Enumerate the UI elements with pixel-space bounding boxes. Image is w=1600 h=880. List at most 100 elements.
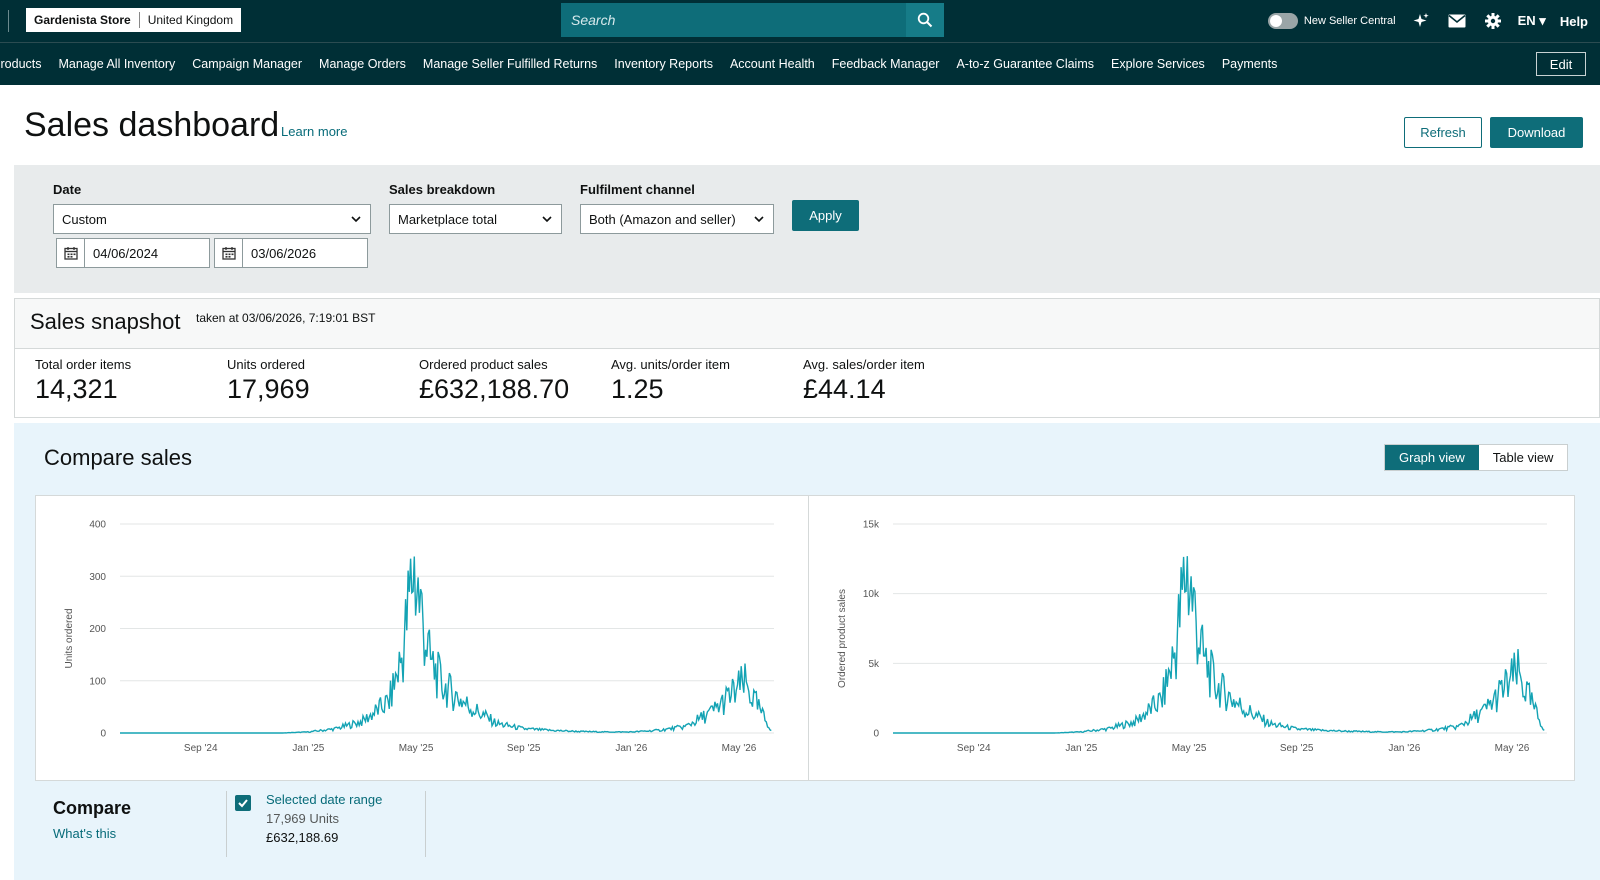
help-link[interactable]: Help [1560,14,1588,29]
filters-panel: Date Custom Sales breakdown Marketplace … [14,165,1600,293]
header-tools: New Seller Central EN ▾ Help [1267,0,1588,42]
y-tick-label: 400 [89,520,106,531]
selected-range-checkbox[interactable] [235,795,251,811]
metric-units-ordered: Units ordered 17,969 [227,357,310,405]
metric-ordered-product-sales: Ordered product sales £632,188.70 [419,357,569,405]
nav-items: roducts Manage All Inventory Campaign Ma… [0,43,1286,85]
search-input[interactable] [561,3,906,37]
y-tick-label: 5k [868,659,880,670]
table-view-button[interactable]: Table view [1478,445,1568,470]
x-tick-label: Jan '25 [1065,743,1097,754]
date-label: Date [53,182,82,197]
footer-divider [226,791,227,857]
snapshot-timestamp: taken at 03/06/2026, 7:19:01 BST [196,311,376,325]
nav-item-explore-services[interactable]: Explore Services [1103,57,1214,71]
nav-item-account-health[interactable]: Account Health [721,57,823,71]
y-tick-label: 300 [89,572,106,583]
nav-bar: roducts Manage All Inventory Campaign Ma… [0,42,1600,85]
refresh-button[interactable]: Refresh [1404,117,1482,148]
page-title: Sales dashboard [24,106,280,144]
metric-label: Avg. sales/order item [803,357,925,372]
nav-item-payments[interactable]: Payments [1213,57,1286,71]
store-switcher[interactable]: Gardenista Store United Kingdom [26,8,242,32]
learn-more-link[interactable]: Learn more [281,124,347,139]
x-tick-label: Sep '24 [957,743,991,754]
nav-item-returns[interactable]: Manage Seller Fulfilled Returns [414,57,605,71]
compare-title: Compare sales [44,445,192,470]
nav-item-campaign-manager[interactable]: Campaign Manager [184,57,311,71]
metric-value: 14,321 [35,374,118,404]
metric-label: Avg. units/order item [611,357,730,372]
nav-item-manage-inventory[interactable]: Manage All Inventory [50,57,184,71]
channel-label: Fulfilment channel [580,182,695,197]
channel-select[interactable]: Both (Amazon and seller) [580,204,774,234]
whats-this-link[interactable]: What's this [53,826,116,841]
search-icon [917,12,933,28]
series-line [893,556,1545,734]
store-separator [138,12,140,28]
new-seller-central-toggle[interactable] [1267,13,1298,29]
y-tick-label: 200 [89,624,106,635]
x-tick-label: Jan '25 [292,743,324,754]
edit-nav-button[interactable]: Edit [1536,52,1586,76]
y-axis-label: Units ordered [64,608,75,668]
y-tick-label: 0 [100,729,106,740]
metric-value: £632,188.70 [419,374,570,404]
metric-value: 17,969 [227,374,310,404]
nav-item-a-to-z-claims[interactable]: A-to-z Guarantee Claims [948,57,1103,71]
chevron-down-icon [754,216,764,223]
search-button[interactable] [906,3,944,37]
language-label: EN [1517,13,1536,28]
mail-icon[interactable] [1446,10,1468,32]
x-tick-label: May '25 [399,743,434,754]
channel-select-value: Both (Amazon and seller) [589,211,736,227]
x-tick-label: Sep '25 [507,743,541,754]
y-tick-label: 100 [89,676,106,687]
start-date-value: 04/06/2024 [93,245,159,261]
sparkle-icon[interactable] [1410,10,1432,32]
store-region: United Kingdom [147,13,234,27]
menu-edge [8,10,9,32]
x-tick-label: Jan '26 [1388,743,1420,754]
graph-area: 0 100 200 300 400 Units ordered Sep '24 Jan '25… [35,495,1575,781]
snapshot-header: Sales snapshot taken at 03/06/2026, 7:19… [15,299,1599,349]
date-select[interactable]: Custom [53,204,371,234]
chevron-down-icon [542,216,552,223]
x-tick-label: Sep '25 [1280,743,1314,754]
compare-footer-title: Compare [53,798,132,818]
gear-icon[interactable] [1482,10,1504,32]
metric-value: £44.14 [803,374,886,404]
new-seller-central-label: New Seller Central [1303,15,1396,27]
end-date-value: 03/06/2026 [251,245,317,261]
metric-avg-sales: Avg. sales/order item £44.14 [803,357,925,405]
series-line [120,556,772,734]
end-date-field[interactable]: 03/06/2026 [214,238,368,268]
metric-label: Ordered product sales [419,357,548,372]
compare-sales-panel: Compare sales Graph view Table view 0 100… [14,423,1600,880]
store-name: Gardenista Store [34,13,131,27]
x-tick-label: Jan '26 [615,743,647,754]
x-tick-label: May '25 [1172,743,1207,754]
selected-range-units: 17,969 Units [266,811,339,826]
units-ordered-chart: 0 100 200 300 400 Units ordered Sep '24 Jan '25… [64,520,774,754]
start-date-field[interactable]: 04/06/2024 [56,238,210,268]
apply-button[interactable]: Apply [792,200,859,231]
metric-value: 1.25 [611,374,664,404]
language-selector[interactable]: EN ▾ [1518,13,1546,29]
date-select-value: Custom [62,211,107,227]
ordered-sales-chart: 0 5k 10k 15k Ordered product sales Sep '24 Jan… [837,520,1547,754]
graph-view-button[interactable]: Graph view [1385,445,1479,470]
download-button[interactable]: Download [1490,117,1583,148]
calendar-icon [215,239,243,267]
x-tick-label: Sep '24 [184,743,218,754]
nav-item-manage-orders[interactable]: Manage Orders [311,57,415,71]
snapshot-title: Sales snapshot [30,309,181,334]
nav-item-inventory-reports[interactable]: Inventory Reports [606,57,722,71]
nav-item-feedback-manager[interactable]: Feedback Manager [823,57,948,71]
x-tick-label: May '26 [722,743,757,754]
caret-down-icon: ▾ [1539,13,1546,28]
selected-range-label: Selected date range [266,792,383,807]
nav-item-products[interactable]: roducts [0,57,50,71]
x-tick-label: May '26 [1495,743,1530,754]
breakdown-select[interactable]: Marketplace total [389,204,562,234]
